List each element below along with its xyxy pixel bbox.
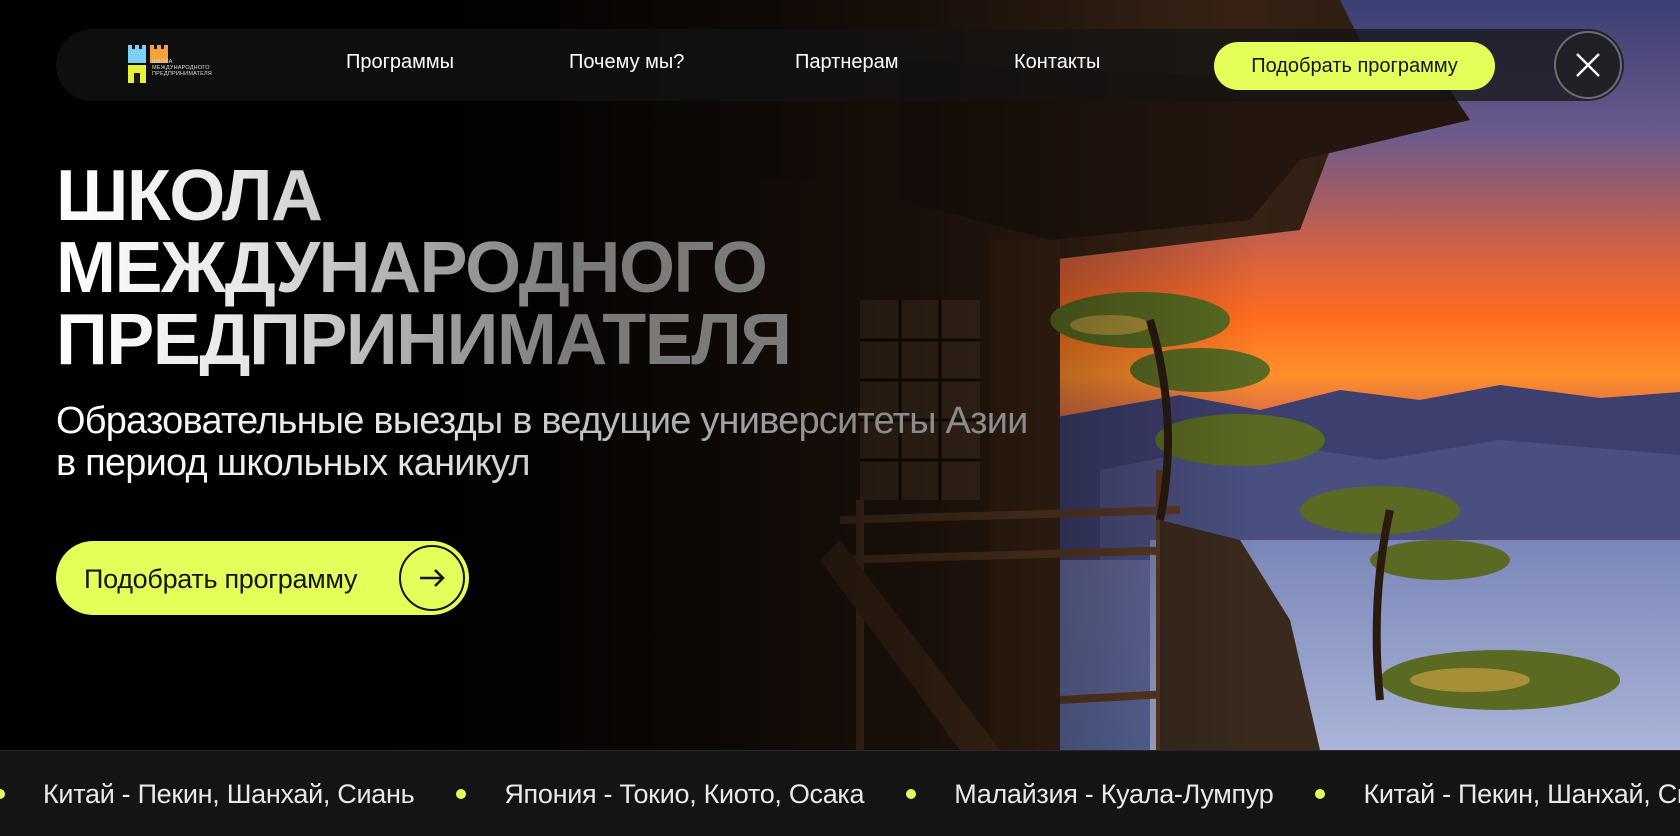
ticker-item: Китай - Пекин, Шанхай, Сиань [1363, 778, 1680, 809]
nav-link-why-us[interactable]: Почему мы? [569, 51, 684, 74]
close-button[interactable] [1554, 31, 1622, 99]
nav-choose-program-button[interactable]: Подобрать программу [1214, 42, 1495, 90]
nav-link-programs[interactable]: Программы [346, 51, 454, 74]
ticker-item: Япония - Токио, Киото, Осака [504, 778, 865, 809]
hero-cta-arrow-circle [399, 545, 465, 611]
hero-subtitle: Образовательные выезды в ведущие универс… [56, 400, 1028, 484]
arrow-right-icon [420, 569, 445, 587]
dot-icon [456, 789, 467, 799]
title-line-2: МЕЖДУНАРОДНОГО [56, 228, 767, 308]
title-line-1: ШКОЛА [56, 156, 322, 236]
dot-icon [906, 789, 917, 799]
ticker-track: Китай - Пекин, Шанхай, Сиань Япония - То… [0, 751, 1680, 836]
subtitle-line-1: Образовательные выезды в ведущие универс… [56, 400, 1028, 442]
top-navigation: ШКОЛА МЕЖДУНАРОДНОГО ПРЕДПРИНИМАТЕЛЯ Про… [56, 29, 1624, 101]
close-icon [1576, 53, 1600, 77]
subtitle-line-2: в период школьных каникул [56, 442, 530, 484]
nav-link-partners[interactable]: Партнерам [795, 51, 899, 74]
page-title: ШКОЛА МЕЖДУНАРОДНОГО ПРЕДПРИНИМАТЕЛЯ [56, 160, 791, 376]
logo-wordmark: ШКОЛА МЕЖДУНАРОДНОГО ПРЕДПРИНИМАТЕЛЯ [152, 59, 212, 77]
ticker-item: Китай - Пекин, Шанхай, Сиань [43, 778, 415, 809]
dot-icon [0, 789, 5, 799]
ticker-item: Малайзия - Куала-Лумпур [954, 778, 1274, 809]
hero-cta-label: Подобрать программу [84, 564, 358, 594]
hero-choose-program-button[interactable]: Подобрать программу [56, 541, 469, 615]
dot-icon [1315, 789, 1326, 799]
destinations-ticker: Китай - Пекин, Шанхай, Сиань Япония - То… [0, 750, 1680, 836]
title-line-3: ПРЕДПРИНИМАТЕЛЯ [56, 300, 791, 380]
nav-link-contacts[interactable]: Контакты [1014, 51, 1100, 74]
